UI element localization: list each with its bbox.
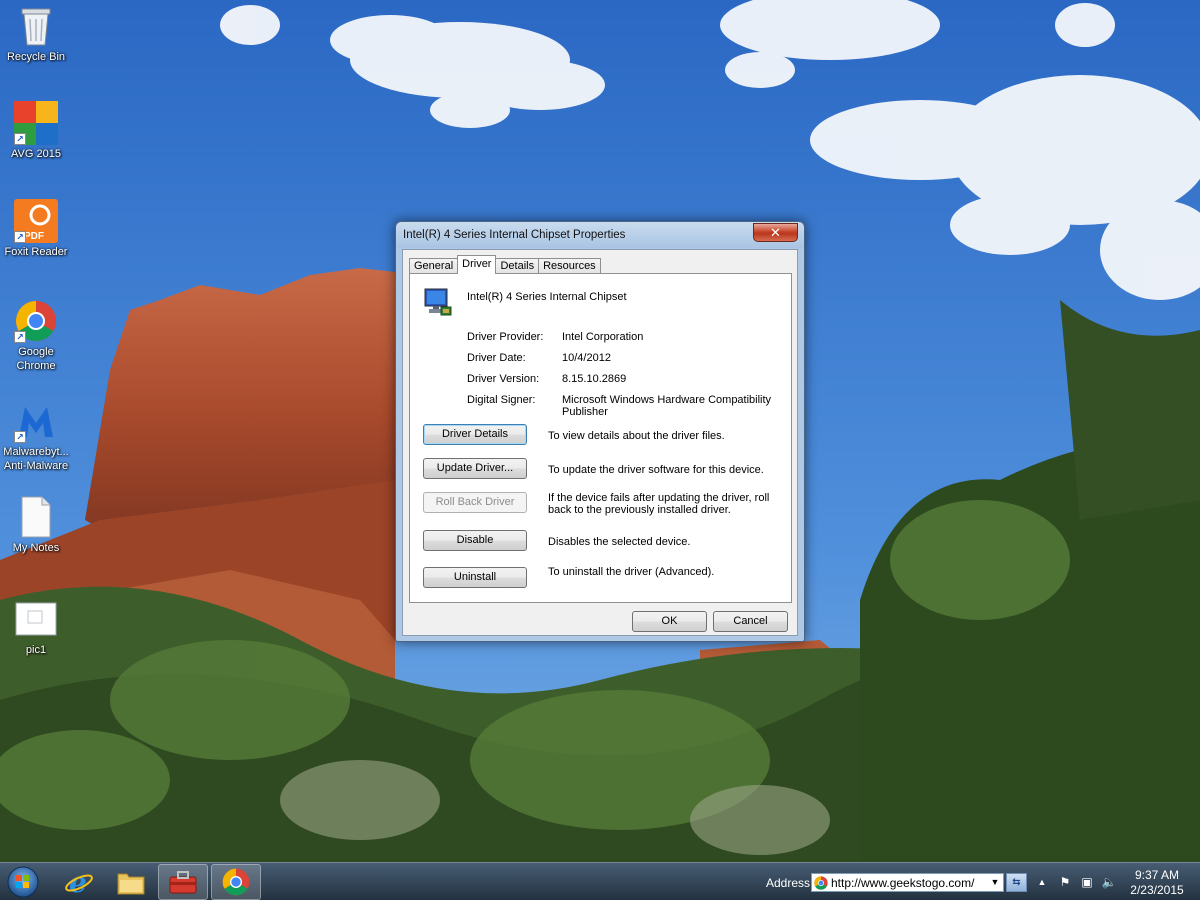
windows-orb-icon — [7, 866, 39, 898]
desktop-icon-label: Malwarebyt... Anti-Malware — [3, 446, 69, 472]
cancel-button[interactable]: Cancel — [713, 611, 788, 632]
desktop-icon-label: Google Chrome — [16, 346, 56, 372]
disable-description: Disables the selected device. — [548, 536, 691, 548]
desktop-icon-avg[interactable]: ↗ AVG 2015 — [0, 101, 72, 161]
tab-resources[interactable]: Resources — [538, 258, 601, 274]
address-input[interactable]: http://www.geekstogo.com/ ▼ — [811, 873, 1004, 892]
address-toolbar-label: Address — [766, 876, 811, 890]
volume-icon[interactable]: 🔈 — [1101, 874, 1117, 890]
malwarebytes-icon: ↗ — [14, 399, 58, 443]
desktop-icon-recycle-bin[interactable]: Recycle Bin — [0, 4, 72, 64]
address-value: http://www.geekstogo.com/ — [831, 876, 975, 890]
network-icon[interactable]: ▣ — [1079, 874, 1095, 890]
desktop-icon-malwarebytes[interactable]: ↗ Malwarebyt... Anti-Malware — [0, 399, 72, 473]
device-name: Intel(R) 4 Series Internal Chipset — [467, 291, 627, 303]
driver-date-label: Driver Date: — [467, 352, 526, 364]
dialog-client-area: General Driver Details Resources Intel(R… — [402, 249, 798, 636]
ok-button[interactable]: OK — [632, 611, 707, 632]
clock-date: 2/23/2015 — [1130, 883, 1184, 897]
driver-details-button[interactable]: Driver Details — [423, 424, 527, 445]
avg-icon: ↗ — [14, 101, 58, 145]
driver-version-label: Driver Version: — [467, 373, 540, 385]
foxit-reader-icon: PDF ↗ — [14, 199, 58, 243]
driver-provider-value: Intel Corporation — [562, 331, 644, 343]
taskbar-toolbox[interactable] — [158, 864, 208, 900]
chevron-down-icon[interactable]: ▼ — [987, 874, 1003, 891]
driver-provider-label: Driver Provider: — [467, 331, 544, 343]
uninstall-button[interactable]: Uninstall — [423, 567, 527, 588]
update-driver-description: To update the driver software for this d… — [548, 464, 764, 476]
shortcut-arrow-icon: ↗ — [14, 231, 26, 243]
start-button[interactable] — [5, 865, 41, 899]
desktop-icon-pic1[interactable]: pic1 — [0, 597, 72, 657]
system-clock[interactable]: 9:37 AM 2/23/2015 — [1122, 868, 1192, 898]
driver-version-value: 8.15.10.2869 — [562, 373, 627, 385]
properties-dialog: Intel(R) 4 Series Internal Chipset Prope… — [395, 221, 805, 642]
image-file-icon — [14, 597, 58, 641]
desktop-icon-label: pic1 — [25, 644, 47, 656]
show-hidden-icons-icon[interactable]: ▲ — [1034, 874, 1050, 890]
taskbar: e Address http://www.geekstogo.com/ ▼ ⇆ … — [0, 862, 1200, 900]
action-center-flag-icon[interactable]: ⚑ — [1057, 874, 1073, 890]
shortcut-arrow-icon: ↗ — [14, 133, 26, 145]
desktop-icon-label: AVG 2015 — [11, 148, 61, 160]
driver-date-value: 10/4/2012 — [562, 352, 611, 364]
digital-signer-value: Microsoft Windows Hardware Compatibility… — [562, 394, 772, 418]
desktop-icon-my-notes[interactable]: My Notes — [0, 495, 72, 555]
taskbar-internet-explorer[interactable]: e — [54, 864, 104, 900]
recycle-bin-icon — [14, 4, 58, 48]
dialog-title-bar[interactable]: Intel(R) 4 Series Internal Chipset Prope… — [396, 222, 804, 248]
desktop-icon-label: Foxit Reader — [4, 246, 68, 258]
desktop-icon-label: My Notes — [12, 542, 60, 554]
chrome-icon: ↗ — [14, 299, 58, 343]
tab-general[interactable]: General — [409, 258, 459, 274]
shortcut-arrow-icon: ↗ — [14, 431, 26, 443]
pdf-badge-text: PDF — [24, 231, 44, 242]
uninstall-description: To uninstall the driver (Advanced). — [548, 566, 715, 578]
clock-time: 9:37 AM — [1134, 868, 1180, 882]
toolbox-icon — [169, 871, 197, 894]
chrome-icon — [814, 876, 828, 890]
desktop-icon-foxit-reader[interactable]: PDF ↗ Foxit Reader — [0, 199, 72, 259]
taskbar-file-explorer[interactable] — [106, 864, 156, 900]
disable-button[interactable]: Disable — [423, 530, 527, 551]
go-button[interactable]: ⇆ — [1006, 873, 1027, 892]
tab-driver[interactable]: Driver — [457, 255, 497, 274]
desktop-icon-label: Recycle Bin — [6, 51, 66, 63]
dialog-title: Intel(R) 4 Series Internal Chipset Prope… — [403, 229, 626, 241]
update-driver-button[interactable]: Update Driver... — [423, 458, 527, 479]
desktop-icon-google-chrome[interactable]: ↗ Google Chrome — [0, 299, 72, 373]
file-explorer-icon — [117, 873, 145, 895]
driver-details-description: To view details about the driver files. — [548, 430, 725, 442]
chrome-icon — [222, 868, 250, 896]
roll-back-driver-description: If the device fails after updating the d… — [548, 492, 770, 516]
shortcut-arrow-icon: ↗ — [14, 331, 26, 343]
close-button[interactable]: ✕ — [753, 223, 798, 242]
digital-signer-label: Digital Signer: — [467, 394, 536, 406]
internet-explorer-icon: e — [65, 867, 93, 897]
text-document-icon — [14, 495, 58, 539]
roll-back-driver-button[interactable]: Roll Back Driver — [423, 492, 527, 513]
tab-details[interactable]: Details — [495, 258, 540, 274]
tab-strip: General Driver Details Resources — [409, 255, 601, 274]
driver-tab-panel: Intel(R) 4 Series Internal Chipset Drive… — [409, 273, 792, 603]
device-monitor-icon — [423, 287, 453, 317]
taskbar-chrome[interactable] — [211, 864, 261, 900]
